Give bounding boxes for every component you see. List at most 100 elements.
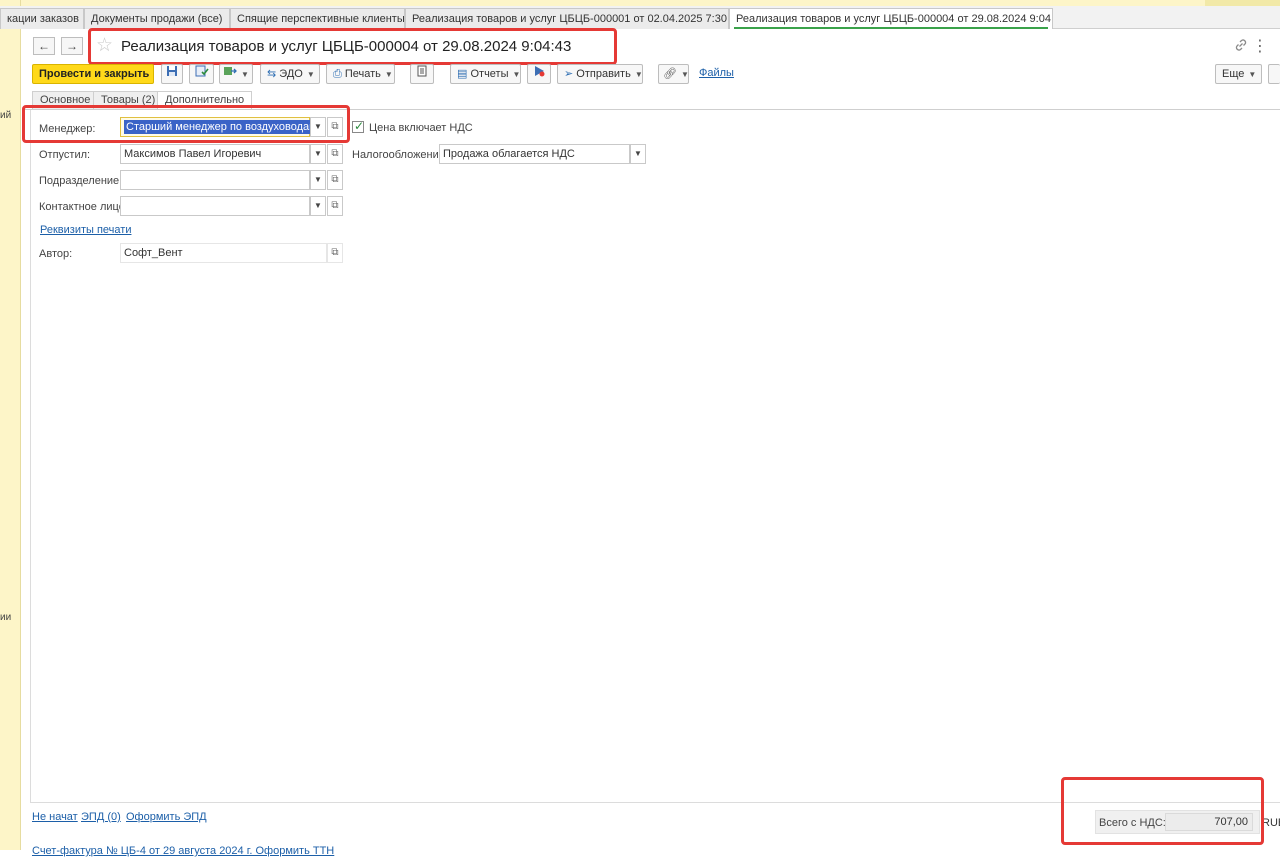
create-epd-link[interactable]: Оформить ЭПД [126,811,207,823]
manager-field[interactable]: Старший менеджер по воздуховодам [120,117,319,137]
open-icon: ⧉ [331,174,339,185]
extra-toolbar-button[interactable] [1268,64,1280,84]
tab-main[interactable]: Основное [32,91,99,109]
sidebar-fragment: ии [0,612,12,623]
shipped-field[interactable]: Максимов Павел Игоревич [120,144,310,164]
edo-icon: ⇆ [267,68,277,80]
contact-field[interactable] [120,196,310,216]
tab-sale-000001[interactable]: Реализация товаров и услуг ЦБЦБ-000001 о… [405,8,729,29]
chevron-down-icon: ▼ [314,175,322,184]
contact-label: Контактное лицо: [39,201,128,213]
link-icon[interactable] [1234,38,1248,55]
open-icon: ⧉ [331,200,339,211]
status-link[interactable]: Не начат [32,811,78,823]
contact-open-button[interactable]: ⧉ [327,196,343,216]
create-based-icon [224,67,237,75]
edo-button[interactable]: ⇆ ЭДО ▼ [260,64,320,84]
post-button[interactable] [189,64,214,84]
department-label: Подразделение: [39,175,123,187]
shipped-value: Максимов Павел Игоревич [124,148,262,160]
chevron-down-icon: ▼ [680,70,689,79]
page-title: Реализация товаров и услуг ЦБЦБ-000004 о… [121,38,572,55]
send-icon: ➢ [564,68,574,80]
send-button[interactable]: ➢ Отправить ▼ [557,64,643,84]
manager-label: Менеджер: [39,123,96,135]
invoice-link[interactable]: Счет-фактура № ЦБ-4 от 29 августа 2024 г… [32,845,334,857]
currency-label: RUB [1262,817,1280,829]
left-sidebar-strip: ий ии [0,0,21,850]
document-form: ← → ☆ Реализация товаров и услуг ЦБЦБ-00… [22,28,1280,857]
sidebar-fragment: ий [0,110,12,121]
checkmark-icon: ✓ [354,119,365,133]
print-requisites-link[interactable]: Реквизиты печати [40,224,131,236]
manager-dropdown-button[interactable]: ▼ [310,117,326,137]
manager-open-button[interactable]: ⧉ [327,117,343,137]
forward-button[interactable]: → [61,37,83,55]
back-button[interactable]: ← [33,37,55,55]
more-options-icon[interactable]: ⋮ [1252,36,1268,56]
tab-label: кации заказов [7,13,79,25]
send-label: Отправить [576,68,631,80]
tab-goods[interactable]: Товары (2) [93,91,164,109]
chevron-down-icon: ▼ [384,70,393,79]
author-field: Софт_Вент [120,243,327,263]
department-dropdown-button[interactable]: ▼ [310,170,326,190]
tab-label: Реализация товаров и услуг ЦБЦБ-000001 о… [412,13,729,25]
printer-icon: ⎙ [333,68,342,80]
arrow-left-icon: ← [38,39,50,53]
taxation-field[interactable]: Продажа облагается НДС [439,144,630,164]
open-icon: ⧉ [331,121,339,132]
tab-order-classification[interactable]: кации заказов✕ [0,8,84,29]
shipped-label: Отпустил: [39,149,91,161]
print-button[interactable]: ⎙ Печать ▼ [326,64,395,84]
author-value: Софт_Вент [124,247,183,259]
chevron-down-icon: ▼ [512,70,521,79]
attach-button[interactable]: 🔗︎ ▼ [658,64,689,84]
create-based-on-button[interactable]: ▼ [219,64,253,84]
run-button[interactable] [527,64,551,84]
taxation-dropdown-button[interactable]: ▼ [630,144,646,164]
open-icon: ⧉ [331,247,339,258]
chevron-down-icon: ▼ [306,70,315,79]
tab-label: Реализация товаров и услуг ЦБЦБ-000004 о… [736,13,1053,25]
epd-link[interactable]: ЭПД (0) [81,811,121,823]
tab-label: Спящие перспективные клиенты [237,13,405,25]
reports-button[interactable]: ▤ Отчеты ▼ [450,64,521,84]
paperclip-icon: 🔗︎ [663,68,677,80]
chevron-down-icon: ▼ [1248,70,1257,79]
files-link[interactable]: Файлы [699,67,734,79]
edo-label: ЭДО [279,68,303,80]
price-includes-vat-checkbox[interactable]: ✓ [352,119,365,133]
shipped-dropdown-button[interactable]: ▼ [310,144,326,164]
tab-label: Документы продажи (все) [91,13,223,25]
contact-dropdown-button[interactable]: ▼ [310,196,326,216]
tab-additional[interactable]: Дополнительно [157,91,253,110]
shipped-open-button[interactable]: ⧉ [327,144,343,164]
department-field[interactable] [120,170,310,190]
print-label: Печать [344,68,381,80]
chevron-down-icon: ▼ [241,70,249,79]
chevron-down-icon: ▼ [634,149,642,158]
star-icon[interactable]: ☆ [96,36,113,56]
more-label: Еще [1222,68,1245,80]
window-tabbar: кации заказов✕ Документы продажи (все)✕ … [0,6,1280,29]
tab-sleeping-clients[interactable]: Спящие перспективные клиенты✕ [230,8,405,29]
taxation-label: Налогообложение: [352,149,448,161]
document-list-button[interactable] [410,64,434,84]
reports-label: Отчеты [470,68,509,80]
chevron-down-icon: ▼ [314,201,322,210]
tab-sales-documents[interactable]: Документы продажи (все)✕ [84,8,230,29]
save-button[interactable] [161,64,183,84]
more-button[interactable]: Еще ▼ [1215,64,1262,84]
manager-value: Старший менеджер по воздуховодам [124,120,319,134]
price-includes-vat-label: Цена включает НДС [369,122,473,134]
save-icon [167,66,177,76]
list-icon [417,65,427,77]
play-icon [535,66,545,77]
author-open-button[interactable]: ⧉ [327,243,343,263]
author-label: Автор: [39,248,73,260]
tab-sale-000004[interactable]: Реализация товаров и услуг ЦБЦБ-000004 о… [729,8,1053,29]
total-label: Всего с НДС: [1099,817,1166,829]
post-and-close-button[interactable]: Провести и закрыть [32,64,154,84]
department-open-button[interactable]: ⧉ [327,170,343,190]
